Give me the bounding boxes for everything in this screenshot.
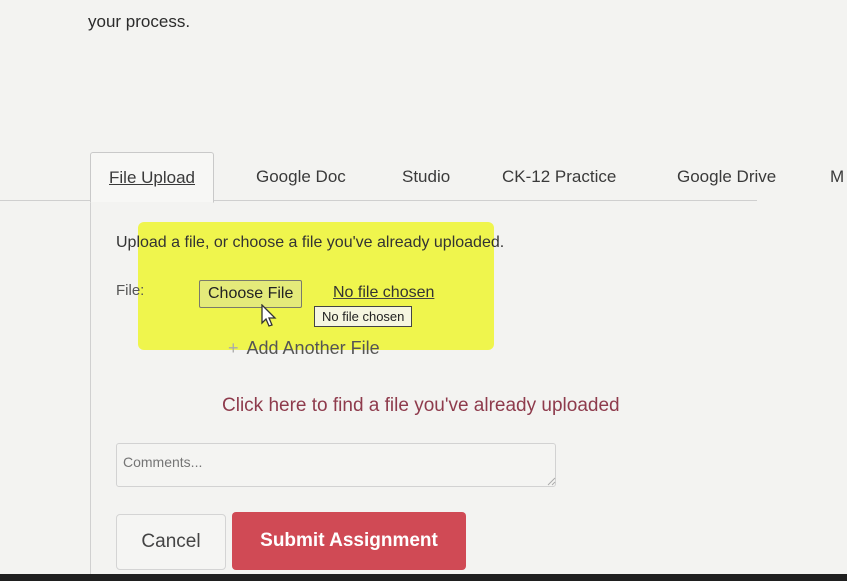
tab-studio[interactable]: Studio — [402, 152, 450, 202]
submission-tabs: File Upload Google Doc Studio CK-12 Prac… — [90, 152, 847, 203]
cancel-button[interactable]: Cancel — [116, 514, 226, 570]
add-another-file-button[interactable]: + Add Another File — [228, 338, 380, 359]
tab-ck12-practice[interactable]: CK-12 Practice — [502, 152, 616, 202]
file-tooltip: No file chosen — [314, 306, 413, 327]
resize-grip-icon[interactable] — [546, 476, 556, 486]
tab-google-drive[interactable]: Google Drive — [677, 152, 776, 202]
no-file-chosen-text: No file chosen — [333, 284, 435, 301]
comments-field[interactable] — [116, 443, 556, 487]
add-another-label: Add Another File — [246, 338, 380, 358]
plus-icon: + — [228, 338, 239, 358]
mouse-cursor-icon — [261, 304, 277, 327]
submit-assignment-button[interactable]: Submit Assignment — [232, 512, 466, 570]
upload-instructions: Upload a file, or choose a file you've a… — [116, 234, 505, 251]
intro-text: your process. — [88, 12, 191, 31]
tab-more[interactable]: M — [830, 152, 844, 202]
choose-file-button[interactable]: Choose File — [199, 280, 303, 308]
tab-file-upload[interactable]: File Upload — [90, 152, 214, 203]
tab-google-doc[interactable]: Google Doc — [256, 152, 346, 202]
file-label: File: — [116, 282, 145, 299]
screen-bezel — [0, 574, 847, 581]
find-uploaded-file-link[interactable]: Click here to find a file you've already… — [222, 395, 620, 417]
